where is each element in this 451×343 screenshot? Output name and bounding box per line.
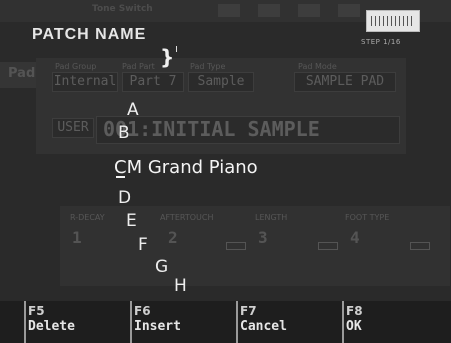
background-sub-value: 2	[168, 228, 178, 247]
background-tab	[338, 4, 360, 17]
function-key-number: F8	[346, 304, 363, 318]
patch-name-field[interactable]: CM Grand Piano	[114, 158, 258, 178]
background-tab	[258, 4, 280, 17]
background-pad-tab-label: Pad	[8, 66, 36, 81]
text-cursor	[116, 176, 125, 178]
background-pad-group-field: Internal	[52, 72, 118, 92]
function-key-number: F5	[28, 304, 45, 318]
background-pad-mode-label: Pad Mode	[298, 62, 337, 71]
f5-delete-button[interactable]: F5 Delete	[24, 301, 132, 343]
character-option[interactable]: F	[138, 236, 148, 255]
background-sub-label: R-DECAY	[70, 213, 105, 222]
background-sub-label: AFTERTOUCH	[160, 213, 214, 222]
background-sub-label: FOOT TYPE	[345, 213, 390, 222]
function-key-label: OK	[346, 319, 362, 334]
background-tab-title: Tone Switch	[92, 4, 153, 14]
f7-cancel-button[interactable]: F7 Cancel	[236, 301, 344, 343]
function-key-number: F7	[240, 304, 257, 318]
background-sub-value: 1	[72, 228, 82, 247]
patch-name-screen: Tone Switch Pad Pad Group Pad Part Pad T…	[0, 0, 451, 343]
function-key-number: F6	[134, 304, 151, 318]
background-pad-type-field: Sample	[188, 72, 254, 92]
character-option[interactable]: B	[118, 124, 130, 143]
character-option[interactable]: G	[155, 258, 168, 277]
background-level-box	[226, 242, 246, 250]
background-pad-type-label: Pad Type	[190, 62, 226, 71]
background-pad-mode-field: SAMPLE PAD	[294, 72, 396, 92]
character-option[interactable]: A	[127, 101, 139, 120]
step-indicator: STEP 1/16	[361, 38, 401, 46]
cursor-tick	[176, 46, 177, 52]
page-title: PATCH NAME	[32, 26, 147, 43]
background-level-box	[410, 242, 430, 250]
background-sample-name: 001:INITIAL SAMPLE	[96, 116, 400, 144]
character-option[interactable]: E	[126, 212, 137, 231]
background-tab	[298, 4, 320, 17]
f8-ok-button[interactable]: F8 OK	[342, 301, 444, 343]
background-level-box	[318, 242, 338, 250]
f6-insert-button[interactable]: F6 Insert	[130, 301, 238, 343]
background-pad-group-label: Pad Group	[55, 62, 97, 71]
background-pad-part-field: Part 7	[122, 72, 184, 92]
background-tab	[218, 4, 240, 17]
background-sub-value: 3	[258, 228, 268, 247]
character-option[interactable]: H	[174, 277, 187, 296]
function-key-label: Cancel	[240, 319, 287, 334]
background-pad-tab: Pad	[0, 62, 36, 88]
function-key-label: Insert	[134, 319, 181, 334]
function-key-label: Delete	[28, 319, 75, 334]
character-option[interactable]: D	[118, 189, 131, 208]
character-option[interactable]: }	[160, 47, 174, 67]
background-user-field: USER	[52, 118, 94, 138]
keyboard-icon	[366, 10, 420, 32]
background-sub-label: LENGTH	[255, 213, 288, 222]
background-sub-value: 4	[350, 228, 360, 247]
background-pad-part-label: Pad Part	[122, 62, 155, 71]
